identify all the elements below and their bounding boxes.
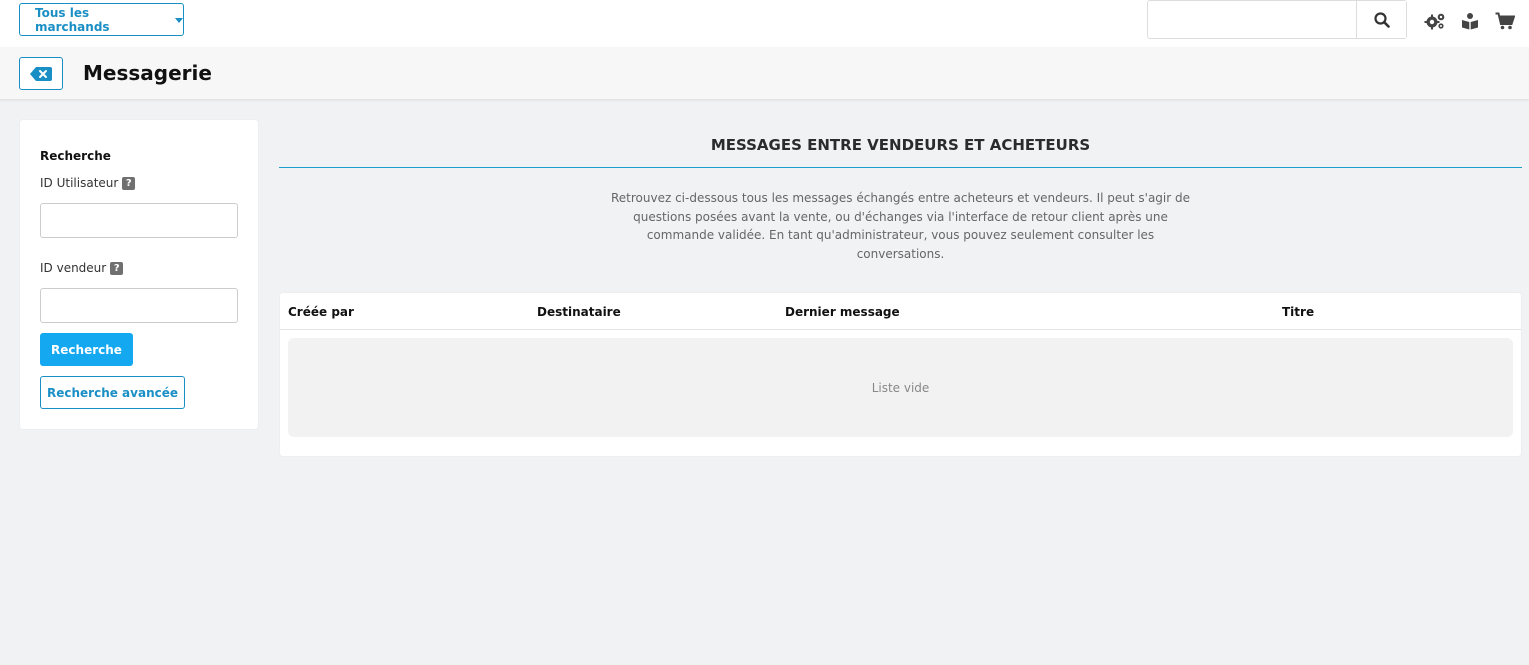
help-icon[interactable]: ? — [110, 261, 124, 275]
user-id-label: ID Utilisateur — [40, 176, 119, 190]
search-submit-button[interactable]: Recherche — [40, 333, 133, 366]
caret-down-icon — [175, 18, 183, 23]
user-id-field[interactable] — [40, 203, 238, 238]
messages-table: Créée par Destinataire Dernier message T… — [280, 293, 1521, 456]
column-header-last-message[interactable]: Dernier message — [785, 305, 900, 319]
section-title: MESSAGES ENTRE VENDEURS ET ACHETEURS — [279, 136, 1522, 168]
back-button[interactable] — [19, 57, 63, 90]
settings-gears-icon — [1424, 13, 1445, 30]
top-bar: Tous les marchands — [0, 0, 1529, 47]
user-guide-button[interactable] — [1459, 11, 1481, 31]
search-panel: Recherche ID Utilisateur ? ID vendeur ? … — [20, 120, 258, 429]
empty-list-text: Liste vide — [871, 380, 930, 395]
shopping-cart-icon — [1495, 12, 1515, 30]
column-header-recipient[interactable]: Destinataire — [537, 305, 621, 319]
vendor-id-field[interactable] — [40, 288, 238, 323]
search-panel-heading: Recherche — [40, 149, 111, 163]
book-reader-icon — [1462, 13, 1478, 30]
merchant-select-button[interactable]: Tous les marchands — [19, 3, 184, 36]
cart-button[interactable] — [1494, 11, 1516, 31]
global-search — [1147, 0, 1407, 39]
advanced-search-button[interactable]: Recherche avancée — [40, 376, 185, 409]
section-description: Retrouvez ci-dessous tous les messages é… — [610, 191, 1190, 261]
merchant-select-label: Tous les marchands — [35, 5, 110, 34]
table-header: Créée par Destinataire Dernier message T… — [280, 293, 1521, 330]
vendor-id-label-row: ID vendeur ? — [40, 261, 124, 275]
backspace-icon — [30, 66, 52, 81]
search-input[interactable] — [1148, 1, 1357, 38]
search-button[interactable] — [1356, 1, 1406, 38]
settings-button[interactable] — [1424, 11, 1446, 31]
page-title: Messagerie — [83, 61, 212, 85]
column-header-created-by[interactable]: Créée par — [288, 305, 354, 319]
vendor-id-label: ID vendeur — [40, 261, 107, 275]
column-header-title[interactable]: Titre — [1282, 305, 1314, 319]
search-icon — [1373, 11, 1390, 28]
user-id-label-row: ID Utilisateur ? — [40, 176, 136, 190]
help-icon[interactable]: ? — [122, 176, 136, 190]
empty-list-placeholder: Liste vide — [288, 338, 1513, 437]
page-header: Messagerie — [0, 47, 1529, 100]
